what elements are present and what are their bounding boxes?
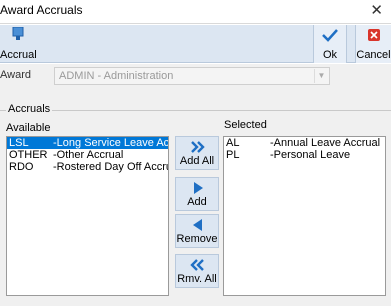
remove-label: Remove [176, 233, 218, 245]
checkmark-icon [322, 29, 338, 42]
award-label: Award [0, 69, 31, 81]
double-chevron-right-icon [191, 141, 205, 153]
available-label: Available [6, 122, 51, 134]
ok-button[interactable]: Ok [313, 25, 347, 63]
cancel-button[interactable]: Cancel [355, 25, 391, 63]
list-item[interactable]: AL -Annual Leave Accrual [224, 137, 385, 149]
arrow-right-icon [194, 182, 203, 194]
ok-button-label: Ok [322, 49, 338, 61]
accrual-icon [12, 27, 24, 40]
title-bar: Award Accruals ✕ [0, 0, 391, 24]
add-all-label: Add All [179, 155, 215, 167]
double-chevron-left-icon [190, 259, 204, 271]
available-list[interactable]: LSL -Long Service Leave Accr OTHER -Other … [6, 136, 169, 296]
arrow-left-icon [193, 219, 202, 231]
selected-list[interactable]: AL -Annual Leave Accrual PL -Personal Leav… [223, 136, 386, 296]
list-item[interactable]: PL -Personal Leave [224, 149, 385, 161]
add-button[interactable]: Add [175, 177, 219, 211]
window-title: Award Accruals [0, 3, 83, 17]
accruals-group-label: Accruals [6, 103, 53, 115]
close-icon[interactable]: ✕ [370, 1, 383, 19]
remove-button[interactable]: Remove [175, 214, 219, 248]
add-all-button[interactable]: Add All [175, 136, 219, 170]
remove-all-button[interactable]: Rmv. All [175, 254, 219, 288]
award-select[interactable]: ADMIN - Administration ▼ [54, 67, 330, 85]
accruals-panel: Accruals Available Selected LSL -Long Ser… [0, 88, 391, 306]
chevron-down-icon[interactable]: ▼ [314, 69, 328, 83]
list-item[interactable]: LSL -Long Service Leave Accr [7, 137, 168, 149]
cancel-button-label: Cancel [356, 49, 391, 61]
accrual-button[interactable]: Accrual [0, 25, 37, 63]
cancel-icon [367, 29, 380, 41]
accrual-button-label: Accrual [0, 49, 37, 61]
award-select-value: ADMIN - Administration [59, 70, 174, 82]
toolbar: Accrual Ok Cancel [0, 25, 391, 63]
award-row: Award ADMIN - Administration ▼ [0, 64, 391, 88]
list-item[interactable]: OTHER -Other Accrual [7, 149, 168, 161]
list-item[interactable]: RDO -Rostered Day Off Accrua [7, 161, 168, 173]
remove-all-label: Rmv. All [177, 273, 217, 285]
selected-label: Selected [224, 119, 267, 131]
add-label: Add [187, 196, 207, 208]
divider [0, 110, 391, 111]
